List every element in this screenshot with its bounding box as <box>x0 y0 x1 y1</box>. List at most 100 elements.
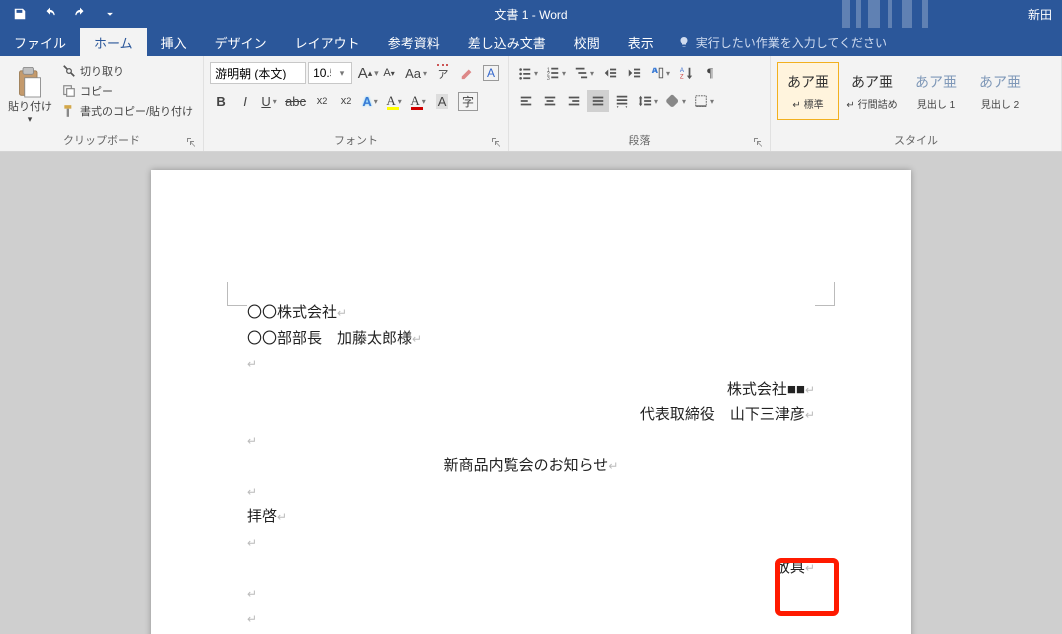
scissors-icon <box>62 64 76 78</box>
tell-me-placeholder: 実行したい作業を入力してください <box>696 34 887 51</box>
style-preview: あア亜 <box>787 72 829 92</box>
tab-insert[interactable]: 挿入 <box>147 28 201 56</box>
doc-line-1[interactable]: 〇〇株式会社↵ <box>247 300 815 326</box>
margin-marker-tl <box>227 282 247 306</box>
decrease-font-button[interactable]: A▾ <box>378 62 400 84</box>
underline-button[interactable]: U▾ <box>258 90 280 112</box>
svg-text:3: 3 <box>547 76 550 80</box>
character-border-button[interactable]: 字 <box>455 90 481 112</box>
enclose-characters-button[interactable]: A <box>480 62 502 84</box>
cut-label: 切り取り <box>80 63 124 79</box>
style-preview: あア亜 <box>979 72 1021 92</box>
copy-icon <box>62 84 76 98</box>
paste-button[interactable]: 貼り付け ▾ <box>6 60 58 130</box>
asian-layout-button[interactable]: ▾ <box>647 62 673 84</box>
line-spacing-button[interactable]: ▾ <box>635 90 661 112</box>
tab-home[interactable]: ホーム <box>80 28 147 56</box>
font-size-input[interactable] <box>309 66 335 80</box>
superscript-button[interactable]: x2 <box>335 90 357 112</box>
page[interactable]: 〇〇株式会社↵ 〇〇部部長 加藤太郎様↵ ↵ 株式会社■■↵ 代表取締役 山下三… <box>151 170 911 634</box>
italic-button[interactable]: I <box>234 90 256 112</box>
format-painter-button[interactable]: 書式のコピー/貼り付け <box>58 102 197 120</box>
font-name-combo[interactable]: ▾ <box>210 62 306 84</box>
align-left-button[interactable] <box>515 90 537 112</box>
format-painter-label: 書式のコピー/貼り付け <box>80 103 193 119</box>
tab-design[interactable]: デザイン <box>201 28 281 56</box>
redo-button[interactable] <box>66 2 94 26</box>
clear-formatting-button[interactable] <box>456 62 478 84</box>
strikethrough-button[interactable]: abc <box>282 90 309 112</box>
increase-indent-button[interactable] <box>623 62 645 84</box>
bold-button[interactable]: B <box>210 90 232 112</box>
doc-line-3[interactable]: 株式会社■■↵ <box>247 377 815 403</box>
phonetic-guide-button[interactable]: ア <box>432 62 454 84</box>
font-size-dropdown[interactable]: ▾ <box>335 68 349 79</box>
subscript-button[interactable]: x2 <box>311 90 333 112</box>
style-no-spacing[interactable]: あア亜 ↵ 行間詰め <box>841 62 903 120</box>
paste-icon <box>16 67 44 99</box>
style-heading1[interactable]: あア亜 見出し 1 <box>905 62 967 120</box>
doc-line-5[interactable]: 新商品内覧会のお知らせ↵ <box>247 453 815 479</box>
doc-line-7[interactable]: 敬具↵ <box>247 555 815 581</box>
shading-button[interactable]: ▾ <box>663 90 689 112</box>
align-justify-button[interactable] <box>587 90 609 112</box>
highlight-button[interactable]: A▾ <box>383 90 405 112</box>
cut-button[interactable]: 切り取り <box>58 62 197 80</box>
doc-line-empty[interactable]: ↵ <box>247 581 815 607</box>
ribbon: 貼り付け ▾ 切り取り コピー 書式のコピー/貼り付け クリップボード <box>0 56 1062 152</box>
font-size-combo[interactable]: ▾ <box>308 62 352 84</box>
style-name: 見出し 2 <box>981 96 1019 111</box>
numbering-button[interactable]: 123▾ <box>543 62 569 84</box>
doc-line-empty[interactable]: ↵ <box>247 351 815 377</box>
decrease-indent-button[interactable] <box>599 62 621 84</box>
style-normal[interactable]: あア亜 ↵ 標準 <box>777 62 839 120</box>
style-heading2[interactable]: あア亜 見出し 2 <box>969 62 1031 120</box>
group-clipboard: 貼り付け ▾ 切り取り コピー 書式のコピー/貼り付け クリップボード <box>0 56 204 151</box>
tab-file[interactable]: ファイル <box>0 28 80 56</box>
tab-view[interactable]: 表示 <box>614 28 668 56</box>
user-name[interactable]: 新田 <box>1018 6 1062 23</box>
group-font: ▾ ▾ A▴ A▾ Aa▾ ア A B I U▾ abc x2 x2 <box>204 56 509 151</box>
doc-line-empty[interactable]: ↵ <box>247 530 815 556</box>
tab-mailings[interactable]: 差し込み文書 <box>454 28 560 56</box>
clipboard-dialog-launcher[interactable] <box>186 134 200 148</box>
character-shading-button[interactable]: A <box>431 90 453 112</box>
save-button[interactable] <box>6 2 34 26</box>
qat-customize-button[interactable] <box>96 2 124 26</box>
tab-layout[interactable]: レイアウト <box>281 28 374 56</box>
bullets-button[interactable]: ▾ <box>515 62 541 84</box>
borders-button[interactable]: ▾ <box>691 90 717 112</box>
tell-me-search[interactable]: 実行したい作業を入力してください <box>668 28 897 56</box>
document-title: 文書 1 - Word <box>494 6 567 23</box>
multilevel-list-button[interactable]: ▾ <box>571 62 597 84</box>
font-dialog-launcher[interactable] <box>491 134 505 148</box>
clipboard-group-label: クリップボード <box>6 130 197 151</box>
distributed-button[interactable] <box>611 90 633 112</box>
change-case-button[interactable]: Aa▾ <box>402 62 430 84</box>
copy-label: コピー <box>80 83 113 99</box>
undo-button[interactable] <box>36 2 64 26</box>
font-group-label: フォント <box>210 130 502 151</box>
font-color-button[interactable]: A▾ <box>407 90 429 112</box>
highlight-annotation <box>775 558 839 616</box>
copy-button[interactable]: コピー <box>58 82 197 100</box>
doc-line-empty[interactable]: ↵ <box>247 428 815 454</box>
styles-group-label: スタイル <box>777 130 1055 151</box>
document-area[interactable]: 〇〇株式会社↵ 〇〇部部長 加藤太郎様↵ ↵ 株式会社■■↵ 代表取締役 山下三… <box>0 152 1062 634</box>
style-preview: あア亜 <box>851 72 893 92</box>
show-marks-button[interactable]: ¶ <box>699 62 721 84</box>
doc-line-6[interactable]: 拝啓↵ <box>247 504 815 530</box>
title-bar: 文書 1 - Word 新田 <box>0 0 1062 28</box>
text-effects-button[interactable]: A▾ <box>359 90 381 112</box>
paragraph-dialog-launcher[interactable] <box>753 134 767 148</box>
doc-line-2[interactable]: 〇〇部部長 加藤太郎様↵ <box>247 326 815 352</box>
align-center-button[interactable] <box>539 90 561 112</box>
doc-line-empty[interactable]: ↵ <box>247 606 815 632</box>
doc-line-empty[interactable]: ↵ <box>247 479 815 505</box>
doc-line-4[interactable]: 代表取締役 山下三津彦↵ <box>247 402 815 428</box>
align-right-button[interactable] <box>563 90 585 112</box>
tab-review[interactable]: 校閲 <box>560 28 614 56</box>
increase-font-button[interactable]: A▴ <box>354 62 376 84</box>
sort-button[interactable]: AZ <box>675 62 697 84</box>
tab-references[interactable]: 参考資料 <box>374 28 454 56</box>
